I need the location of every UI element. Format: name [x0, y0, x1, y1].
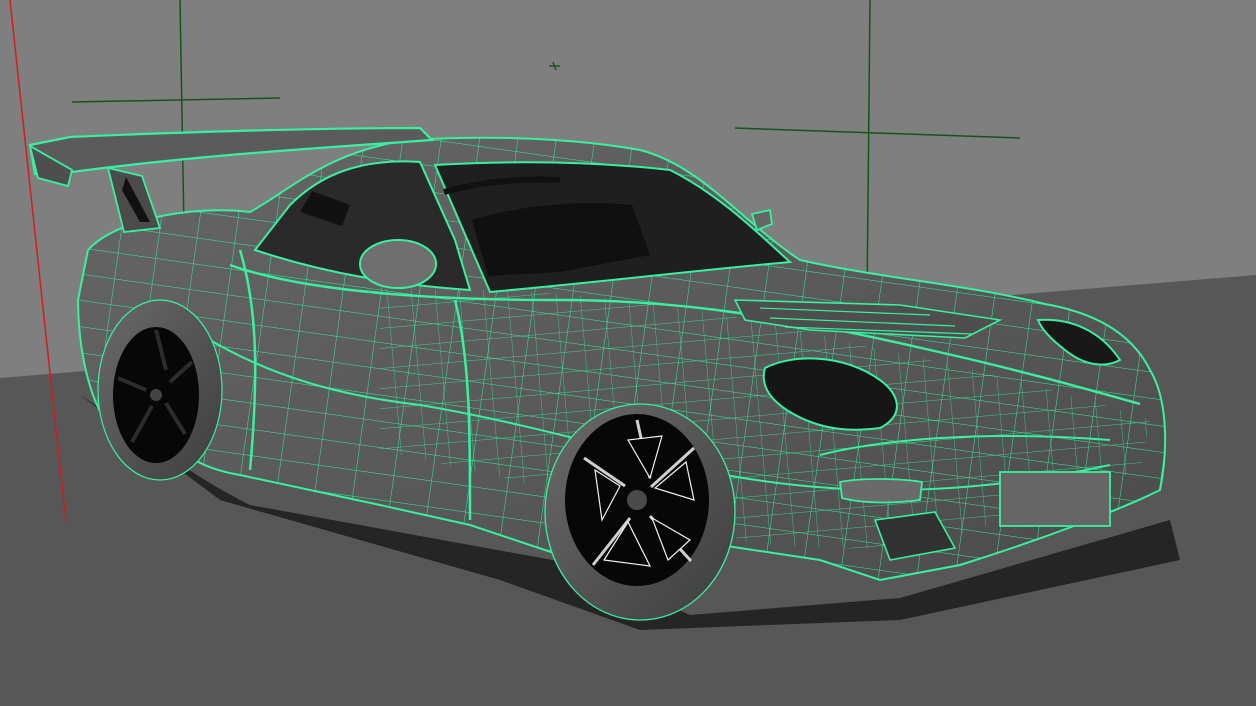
front-wheel[interactable]: [544, 403, 736, 621]
front-hub: [627, 490, 647, 510]
rear-hub: [150, 389, 162, 401]
3d-viewport[interactable]: [0, 0, 1256, 706]
viewport-canvas[interactable]: [0, 0, 1256, 706]
rear-wheel[interactable]: [97, 299, 223, 481]
side-mirror: [359, 239, 437, 289]
front-license-plate-area: [999, 471, 1111, 527]
fog-light: [839, 478, 923, 504]
